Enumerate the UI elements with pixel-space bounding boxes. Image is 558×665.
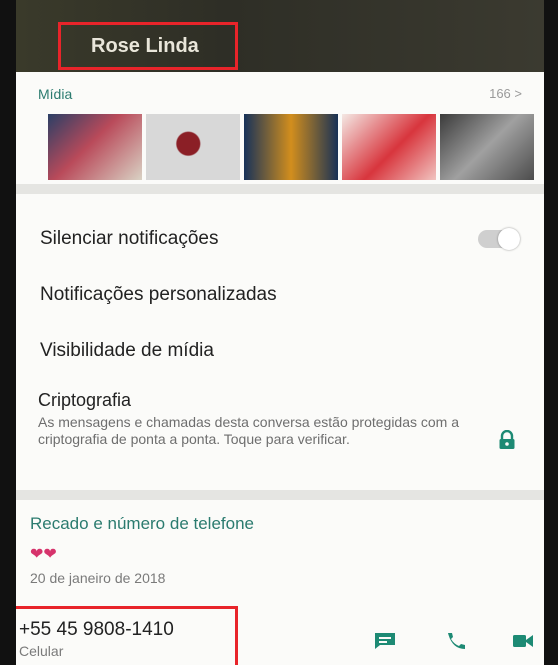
heart-icon: ❤❤	[30, 546, 57, 563]
lock-icon	[499, 430, 515, 449]
custom-notifications-item[interactable]: Notificações personalizadas	[40, 284, 277, 306]
media-thumbnail[interactable]	[440, 114, 534, 180]
toggle-knob	[498, 228, 520, 250]
media-thumbnail[interactable]	[342, 114, 436, 180]
call-icon[interactable]	[444, 632, 466, 650]
encryption-description: As mensagens e chamadas desta conversa e…	[38, 414, 460, 447]
phone-number-item[interactable]: +55 45 9808-1410 Celular	[16, 606, 238, 665]
media-section[interactable]: Mídia 166 >	[16, 72, 544, 184]
contact-info-screen: Rose Linda Mídia 166 > Silenciar notific…	[16, 0, 544, 665]
encryption-title[interactable]: Criptografia	[38, 390, 131, 411]
contact-name: Rose Linda	[58, 22, 238, 70]
media-visibility-item[interactable]: Visibilidade de mídia	[40, 340, 214, 362]
section-divider	[16, 490, 544, 500]
media-thumbnail[interactable]	[244, 114, 338, 180]
mute-notifications-item[interactable]: Silenciar notificações	[40, 228, 218, 250]
about-section: Recado e número de telefone ❤❤ 20 de jan…	[16, 500, 544, 665]
mute-notifications-toggle[interactable]	[478, 228, 520, 250]
contact-header: Rose Linda	[16, 0, 544, 72]
media-thumbnail[interactable]	[146, 114, 240, 180]
media-thumbnail[interactable]	[48, 114, 142, 180]
device-bezel-left	[0, 0, 16, 665]
section-divider	[16, 184, 544, 194]
phone-type: Celular	[19, 643, 64, 659]
media-thumbnails	[48, 114, 544, 180]
device-bezel-right	[544, 0, 558, 665]
settings-section: Silenciar notificações Notificações pers…	[16, 194, 544, 490]
about-date: 20 de janeiro de 2018	[30, 570, 166, 586]
video-call-icon[interactable]	[512, 632, 534, 650]
media-label: Mídia	[38, 86, 73, 102]
media-count[interactable]: 166 >	[489, 86, 522, 101]
about-title: Recado e número de telefone	[30, 514, 254, 533]
phone-number: +55 45 9808-1410	[19, 619, 174, 640]
message-icon[interactable]	[374, 632, 396, 650]
